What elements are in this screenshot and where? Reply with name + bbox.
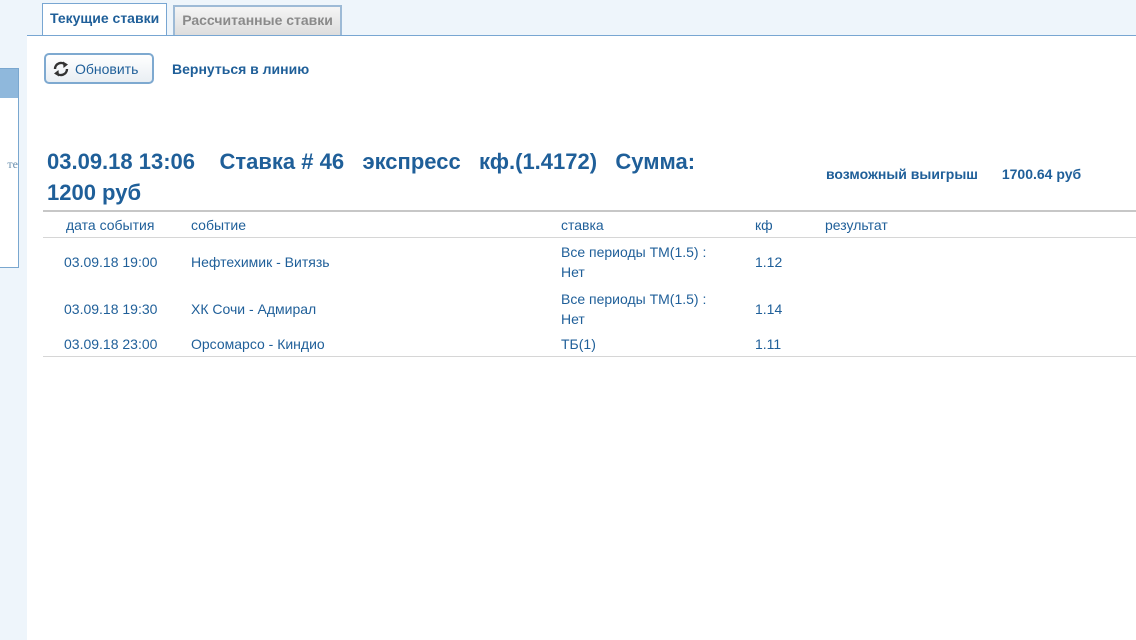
page: те Текущие ставки Рассчитанные ставки Об… <box>0 0 1136 640</box>
tab-bar: Текущие ставки Рассчитанные ставки <box>42 3 348 36</box>
possible-win: возможный выигрыш 1700.64 руб <box>826 166 1081 182</box>
bet-type: экспресс <box>362 149 461 174</box>
row-date: 03.09.18 23:00 <box>43 332 191 357</box>
row-event: ХК Сочи - Адмирал <box>191 300 317 317</box>
row-bet-line2: Нет <box>561 263 585 280</box>
row-bet-line1: Все периоды ТМ(1.5) : <box>561 243 707 260</box>
row-result <box>825 332 1136 357</box>
refresh-button[interactable]: Обновить <box>44 53 154 84</box>
header-event-date: дата события <box>43 210 191 238</box>
row-bet-line2: Нет <box>561 310 585 327</box>
table-row: 03.09.18 19:30 ХК Сочи - Адмирал Все пер… <box>43 285 1136 332</box>
row-result <box>825 285 1136 332</box>
row-date: 03.09.18 19:00 <box>64 253 158 270</box>
row-bet-line1: Все периоды ТМ(1.5) : <box>561 290 707 307</box>
row-bet: Все периоды ТМ(1.5) : Нет <box>561 238 755 286</box>
row-event: Нефтехимик - Витязь <box>191 253 330 270</box>
bet-events-table: дата события событие ставка кф результат… <box>43 210 1136 357</box>
bet-datetime: 03.09.18 13:06 <box>47 149 196 174</box>
bet-sum-value: 1200 руб <box>47 180 142 205</box>
main-panel: Обновить Вернуться в линию 03.09.18 13:0… <box>27 35 1136 640</box>
table-header-row: дата события событие ставка кф результат <box>43 210 1136 238</box>
bet-coefficient: кф.(1.4172) <box>479 149 598 174</box>
row-event: Орсомарсо - Киндио <box>191 332 561 357</box>
back-to-line-link[interactable]: Вернуться в линию <box>172 61 309 77</box>
table-row: 03.09.18 23:00 Орсомарсо - Киндио ТБ(1) … <box>43 332 1136 357</box>
bet-sum-label: Сумма: <box>615 149 696 174</box>
bet-number: Ставка # 46 <box>219 149 345 174</box>
row-result <box>825 238 1136 286</box>
row-coefficient: 1.12 <box>755 253 783 270</box>
header-result: результат <box>825 210 1136 238</box>
row-bet: Все периоды ТМ(1.5) : Нет <box>561 285 755 332</box>
header-bet: ставка <box>561 210 755 238</box>
possible-win-value: 1700.64 руб <box>1001 166 1082 182</box>
left-panel-header[interactable] <box>0 69 18 98</box>
left-panel-text: те <box>7 157 18 171</box>
left-side-panel: те <box>0 68 19 268</box>
possible-win-label: возможный выигрыш <box>826 166 978 182</box>
row-coefficient: 1.14 <box>755 300 783 317</box>
table-row: 03.09.18 19:00 Нефтехимик - Витязь Все п… <box>43 238 1136 286</box>
refresh-icon <box>53 61 69 76</box>
bet-summary-title: 03.09.18 13:06 Ставка # 46 экспресс кф.(… <box>47 146 787 208</box>
tab-settled-bets[interactable]: Рассчитанные ставки <box>173 5 342 36</box>
row-coefficient: 1.11 <box>755 332 825 357</box>
header-event: событие <box>191 210 561 238</box>
row-bet: ТБ(1) <box>561 332 755 357</box>
tab-current-bets[interactable]: Текущие ставки <box>42 3 168 36</box>
refresh-button-label: Обновить <box>75 60 139 77</box>
row-date: 03.09.18 19:30 <box>64 300 158 317</box>
header-coefficient: кф <box>755 210 825 238</box>
